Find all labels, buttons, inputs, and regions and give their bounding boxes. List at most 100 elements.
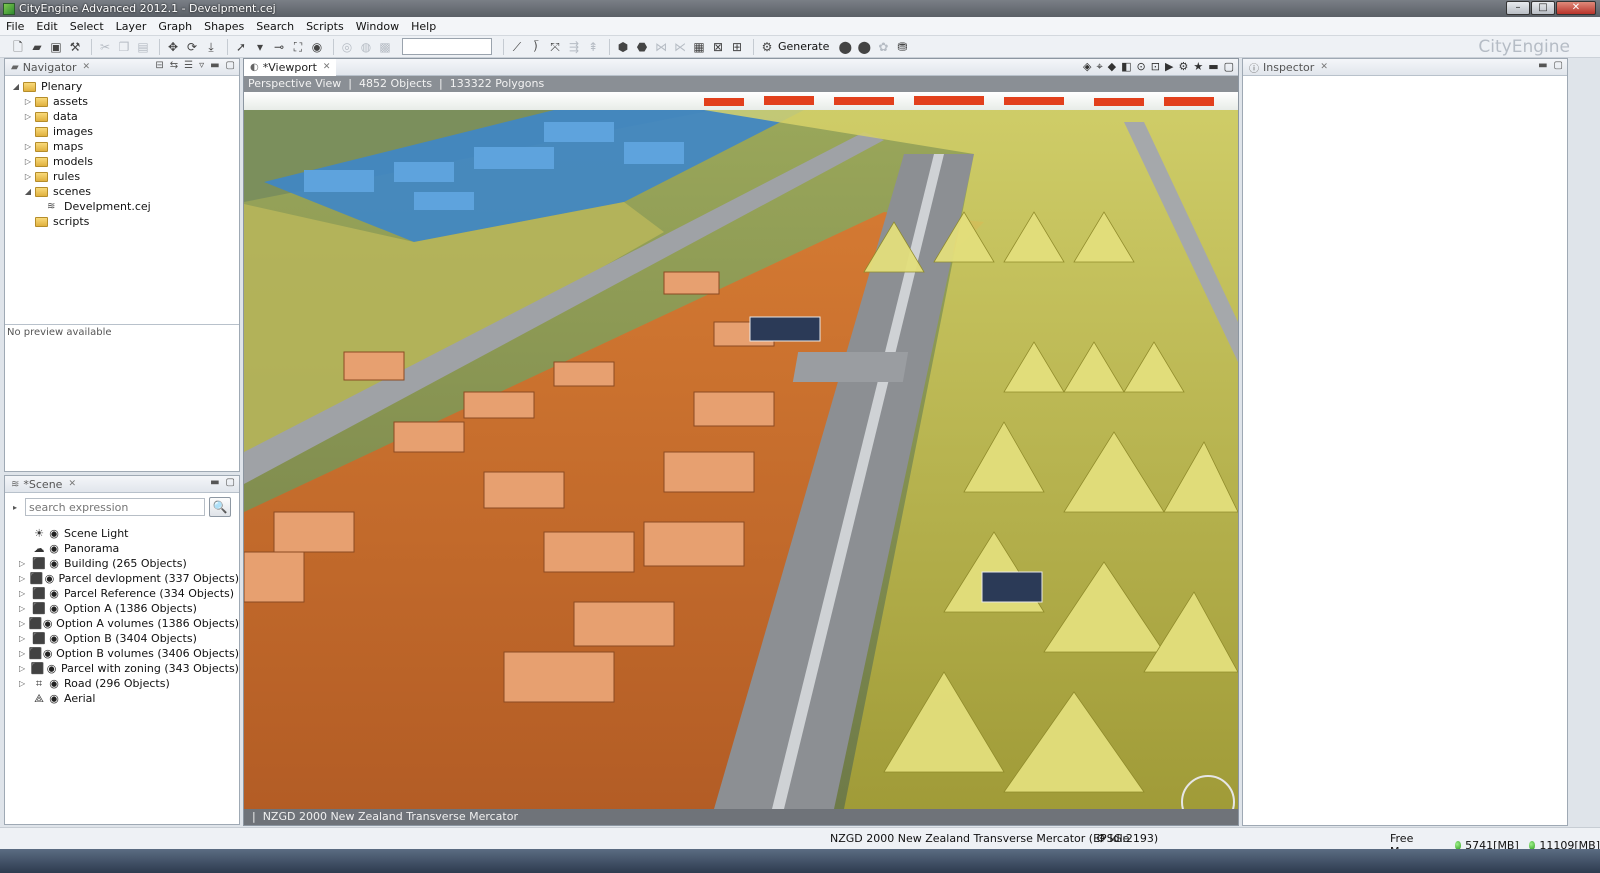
- scene-layer-row[interactable]: ▷ ⬛ ◉ Option A volumes (1386 Objects): [19, 616, 239, 631]
- scene-layer-row[interactable]: ▷ ⬛ ◉ Parcel devlopment (337 Objects): [19, 571, 239, 586]
- street-tool-icon[interactable]: ⟋: [509, 39, 525, 55]
- scene-layer-row[interactable]: ⟁ ◉ Aerial: [19, 691, 239, 706]
- cleanup-icon[interactable]: ⬤: [856, 39, 872, 55]
- frame-icon[interactable]: ⛶: [290, 39, 306, 55]
- collapse-all-icon[interactable]: ⊟: [155, 60, 163, 71]
- lock-icon[interactable]: ▩: [377, 39, 393, 55]
- collapse-arrow-icon[interactable]: ◢: [23, 187, 33, 196]
- scene-layer-row[interactable]: ▷ ⌗ ◉ Road (296 Objects): [19, 676, 239, 691]
- menu-help[interactable]: Help: [405, 20, 442, 33]
- maximize-icon[interactable]: ▢: [226, 477, 235, 488]
- shape-extrude-icon[interactable]: ⬣: [634, 39, 650, 55]
- shape-offset-icon[interactable]: ⊞: [729, 39, 745, 55]
- tree-item-folder[interactable]: scripts: [23, 214, 239, 229]
- eye-icon[interactable]: ◉: [47, 587, 61, 600]
- tree-item-scene-file[interactable]: ≋ Develpment.cej: [23, 199, 239, 214]
- expand-arrow-icon[interactable]: ▷: [23, 172, 33, 181]
- track-icon[interactable]: ⊸: [271, 39, 287, 55]
- toolbar-input[interactable]: [402, 38, 492, 55]
- sphere-icon[interactable]: ◎: [339, 39, 355, 55]
- scene-layer-row[interactable]: ☀ ◉ Scene Light: [19, 526, 239, 541]
- expand-arrow-icon[interactable]: ▷: [19, 664, 30, 673]
- move-icon[interactable]: ✥: [165, 39, 181, 55]
- scene-layer-row[interactable]: ▷ ⬛ ◉ Option B (3404 Objects): [19, 631, 239, 646]
- expand-arrow-icon[interactable]: ▷: [19, 604, 31, 613]
- expand-arrow-icon[interactable]: ▷: [19, 679, 31, 688]
- menu-edit[interactable]: Edit: [30, 20, 63, 33]
- save-icon[interactable]: ▣: [48, 39, 64, 55]
- minimize-icon[interactable]: ▬: [1538, 60, 1547, 71]
- maximize-button[interactable]: □: [1531, 1, 1555, 15]
- eye-icon[interactable]: ◉: [42, 647, 53, 660]
- scene-layer-row[interactable]: ☁ ◉ Panorama: [19, 541, 239, 556]
- 3d-viewport-canvas[interactable]: [244, 92, 1238, 809]
- tab-scene[interactable]: ≋ *Scene ✕: [5, 476, 82, 493]
- tab-inspector[interactable]: ⓘ Inspector ✕: [1243, 59, 1334, 76]
- eye-icon[interactable]: ◉: [47, 632, 61, 645]
- copy-icon[interactable]: ❐: [116, 39, 132, 55]
- dropdown-arrow-icon[interactable]: ▾: [252, 39, 268, 55]
- expand-arrow-icon[interactable]: ▷: [19, 574, 29, 583]
- view-menu-icon[interactable]: ▿: [199, 60, 204, 71]
- expand-arrow-icon[interactable]: ▷: [23, 142, 33, 151]
- wand-icon[interactable]: ⚒: [67, 39, 83, 55]
- delete-models-icon[interactable]: ⛃: [894, 39, 910, 55]
- street-align-icon[interactable]: ⇞: [585, 39, 601, 55]
- shape-icon[interactable]: ⬢: [615, 39, 631, 55]
- expand-arrow-icon[interactable]: ▷: [19, 634, 31, 643]
- eye-icon[interactable]: ◉: [47, 557, 61, 570]
- video-icon[interactable]: ▶: [1165, 60, 1173, 74]
- tree-item-folder[interactable]: ▷ data: [23, 109, 239, 124]
- camera-icon[interactable]: ⊙: [1137, 60, 1146, 74]
- scene-layer-row[interactable]: ▷ ⬛ ◉ Option B volumes (3406 Objects): [19, 646, 239, 661]
- rotate-icon[interactable]: ⟳: [184, 39, 200, 55]
- close-button[interactable]: ✕: [1556, 1, 1596, 15]
- eye-icon[interactable]: ◉: [47, 677, 61, 690]
- lighting-icon[interactable]: ◧: [1121, 60, 1131, 74]
- scene-layer-row[interactable]: ▷ ⬛ ◉ Parcel with zoning (343 Objects): [19, 661, 239, 676]
- tab-viewport[interactable]: ◐ *Viewport ✕: [244, 58, 337, 76]
- tree-item-folder[interactable]: ▷ models: [23, 154, 239, 169]
- update-icon[interactable]: ⬤: [837, 39, 853, 55]
- minimize-icon[interactable]: ▬: [210, 477, 219, 488]
- tab-navigator[interactable]: ▰ Navigator ✕: [5, 59, 96, 76]
- expand-arrow-icon[interactable]: ▷: [19, 559, 31, 568]
- globe-icon[interactable]: ◍: [358, 39, 374, 55]
- new-icon[interactable]: 🗋: [10, 39, 26, 55]
- bookmark-camera-icon[interactable]: ⊡: [1151, 60, 1160, 74]
- paste-icon[interactable]: ▤: [135, 39, 151, 55]
- maximize-icon[interactable]: ▢: [1554, 60, 1563, 71]
- menu-layer[interactable]: Layer: [110, 20, 153, 33]
- select-tool-icon[interactable]: ➚: [233, 39, 249, 55]
- street-split-icon[interactable]: ⤧: [547, 39, 563, 55]
- expand-arrow-icon[interactable]: ▷: [19, 649, 28, 658]
- scale-icon[interactable]: ⤓: [203, 39, 219, 55]
- generate-icon[interactable]: ⚙: [759, 39, 775, 55]
- maximize-icon[interactable]: ▢: [1224, 60, 1234, 74]
- tree-item-folder[interactable]: ▷ assets: [23, 94, 239, 109]
- regenerate-icon[interactable]: ✿: [875, 39, 891, 55]
- eye-icon[interactable]: ◉: [42, 617, 53, 630]
- shading-icon[interactable]: ◈: [1083, 60, 1091, 74]
- minimize-icon[interactable]: ▬: [210, 60, 219, 71]
- menu-search[interactable]: Search: [250, 20, 300, 33]
- scene-layer-row[interactable]: ▷ ⬛ ◉ Parcel Reference (334 Objects): [19, 586, 239, 601]
- expand-arrow-icon[interactable]: ▸: [13, 503, 25, 512]
- open-folder-icon[interactable]: ▰: [29, 39, 45, 55]
- expand-arrow-icon[interactable]: ◢: [11, 82, 21, 91]
- eye-icon[interactable]: ◉: [47, 692, 61, 705]
- close-icon[interactable]: ✕: [68, 479, 76, 489]
- tree-item-folder[interactable]: images: [23, 124, 239, 139]
- shape-grid-icon[interactable]: ▦: [691, 39, 707, 55]
- wireframe-icon[interactable]: ⌖: [1096, 60, 1102, 74]
- tree-item-folder[interactable]: ◢ scenes: [23, 184, 239, 199]
- bookmarks-star-icon[interactable]: ★: [1193, 60, 1203, 74]
- eye-icon[interactable]: ◉: [47, 542, 61, 555]
- street-cleanup-icon[interactable]: ⇶: [566, 39, 582, 55]
- generate-button[interactable]: Generate: [778, 40, 829, 53]
- expand-arrow-icon[interactable]: ▷: [23, 97, 33, 106]
- street-add-icon[interactable]: ⟌: [528, 39, 544, 55]
- maximize-icon[interactable]: ▢: [226, 60, 235, 71]
- close-icon[interactable]: ✕: [323, 62, 331, 72]
- expand-arrow-icon[interactable]: ▷: [19, 619, 28, 628]
